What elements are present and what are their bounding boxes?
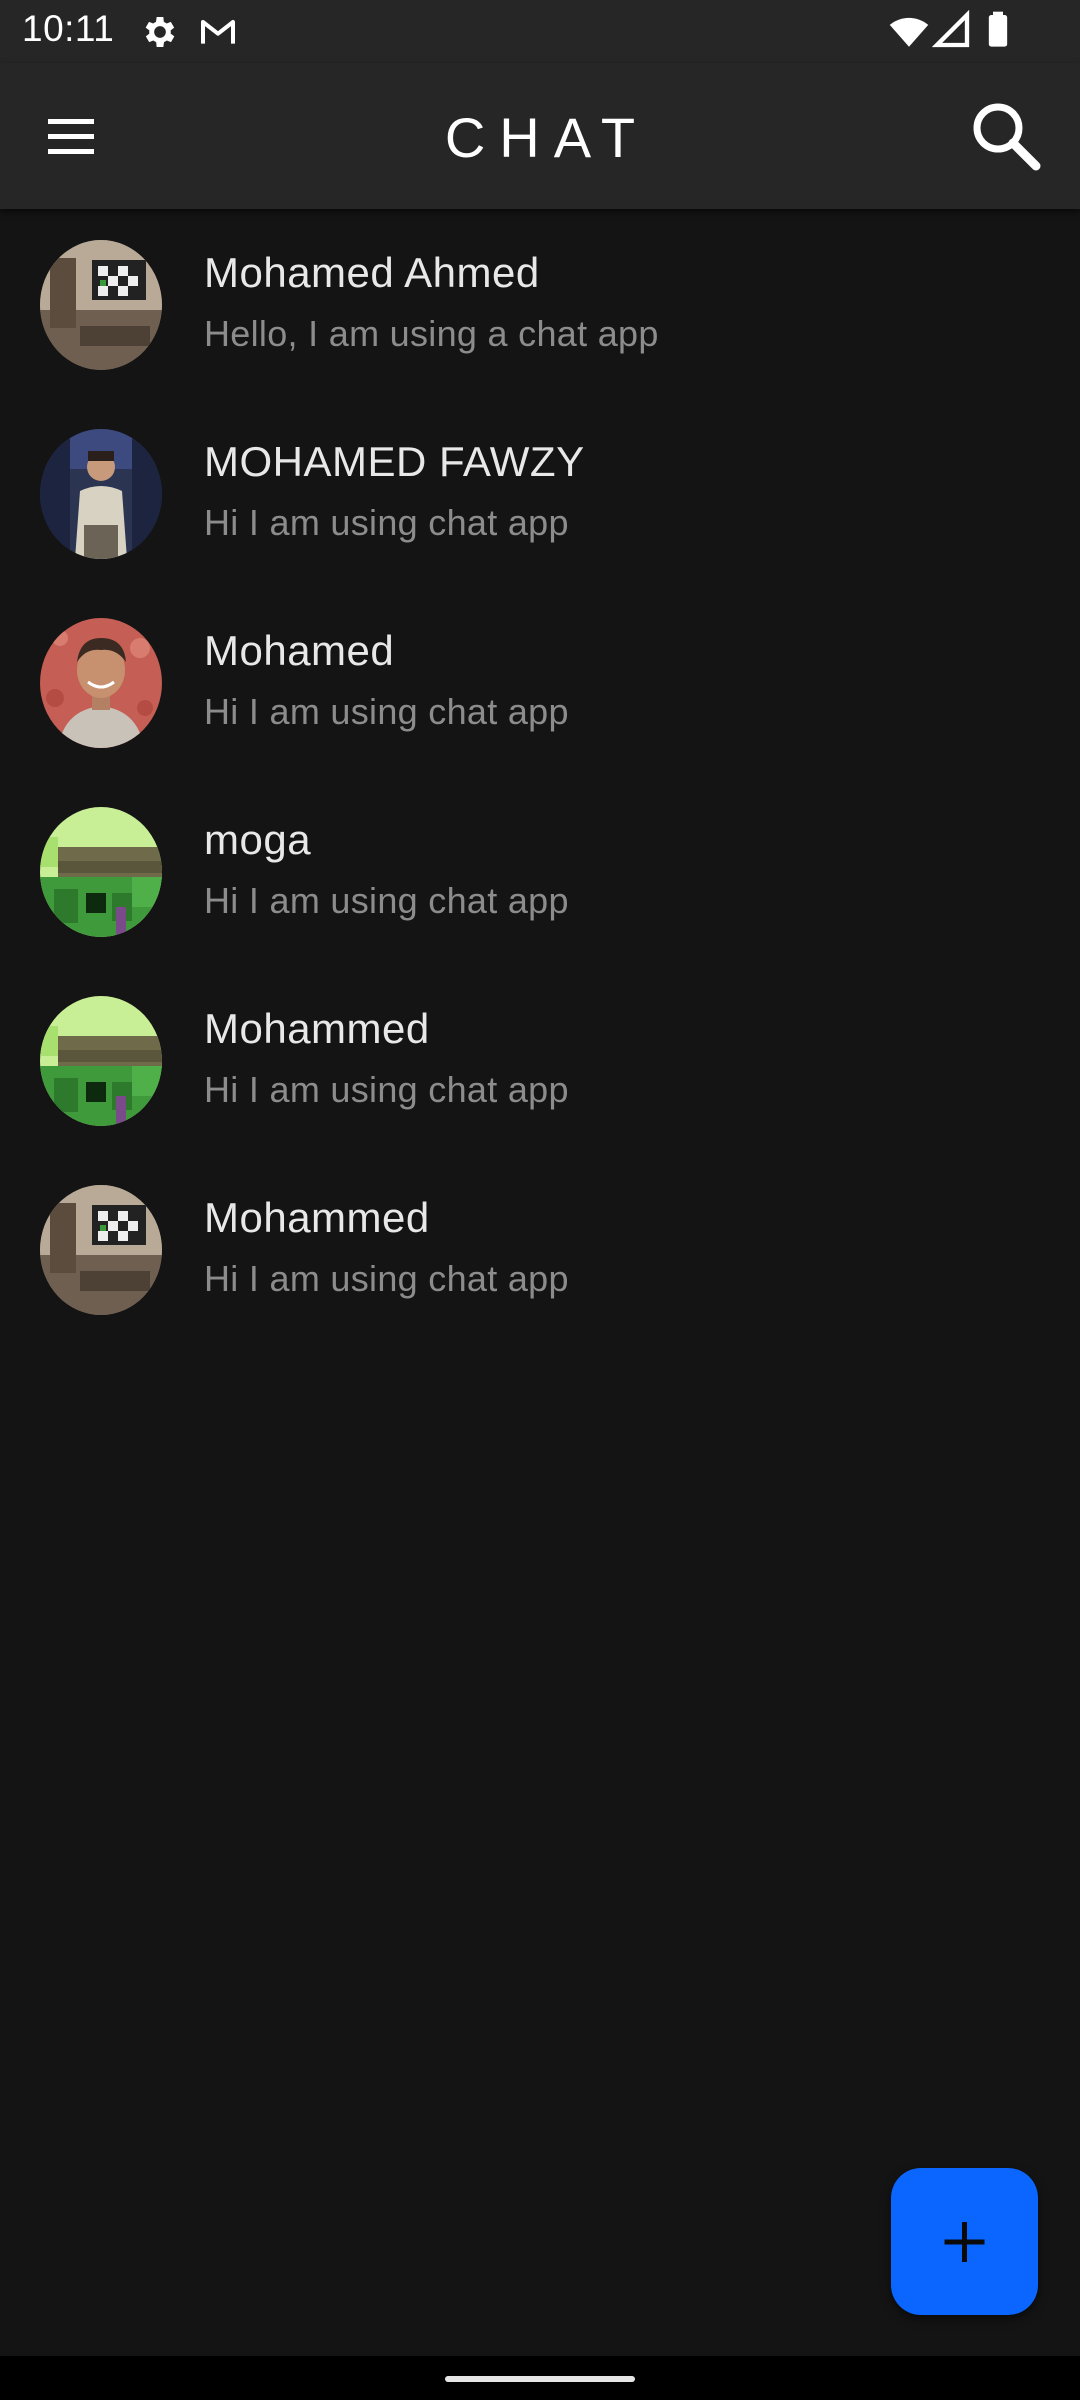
settings-gear-icon xyxy=(140,12,180,52)
chat-status: Hi I am using chat app xyxy=(204,1258,569,1299)
chat-name: Mohamed Ahmed xyxy=(204,249,540,296)
chat-status: Hi I am using chat app xyxy=(204,502,569,543)
avatar xyxy=(40,240,162,370)
chat-list-item[interactable]: Mohammed Hi I am using chat app xyxy=(0,1154,1080,1343)
chat-list-item[interactable]: moga Hi I am using chat app xyxy=(0,776,1080,965)
chat-name: Mohammed xyxy=(204,1005,430,1052)
avatar xyxy=(40,996,162,1126)
search-button[interactable] xyxy=(966,97,1046,177)
chat-status: Hi I am using chat app xyxy=(204,1069,569,1110)
wifi-icon xyxy=(888,10,929,50)
app-bar: CHAT xyxy=(0,63,1080,209)
new-chat-button[interactable] xyxy=(891,2168,1038,2315)
navigation-bar xyxy=(0,2356,1080,2400)
chat-name: moga xyxy=(204,816,312,863)
cellular-signal-icon xyxy=(931,9,972,50)
chat-status: Hello, I am using a chat app xyxy=(204,313,659,354)
page-title: CHAT xyxy=(444,106,650,169)
chat-status: Hi I am using chat app xyxy=(204,691,569,732)
chat-status: Hi I am using chat app xyxy=(204,880,569,921)
chat-list-item[interactable]: Mohamed Ahmed Hello, I am using a chat a… xyxy=(0,209,1080,398)
status-bar: 10:11 xyxy=(0,0,1080,63)
chat-list-item[interactable]: MOHAMED FAWZY Hi I am using chat app xyxy=(0,398,1080,587)
avatar xyxy=(40,1185,162,1315)
avatar xyxy=(40,618,162,748)
avatar xyxy=(40,429,162,559)
chat-name: Mohammed xyxy=(204,1194,430,1241)
gmail-icon xyxy=(198,12,238,52)
chat-list-item[interactable]: Mohamed Hi I am using chat app xyxy=(0,587,1080,776)
avatar xyxy=(40,807,162,937)
search-icon xyxy=(966,103,1046,181)
chat-list-item[interactable]: Mohammed Hi I am using chat app xyxy=(0,965,1080,1154)
gesture-handle[interactable] xyxy=(445,2376,635,2382)
chat-name: Mohamed xyxy=(204,627,395,674)
status-time: 10:11 xyxy=(22,8,115,49)
battery-icon xyxy=(978,10,1018,50)
chat-name: MOHAMED FAWZY xyxy=(204,438,585,485)
